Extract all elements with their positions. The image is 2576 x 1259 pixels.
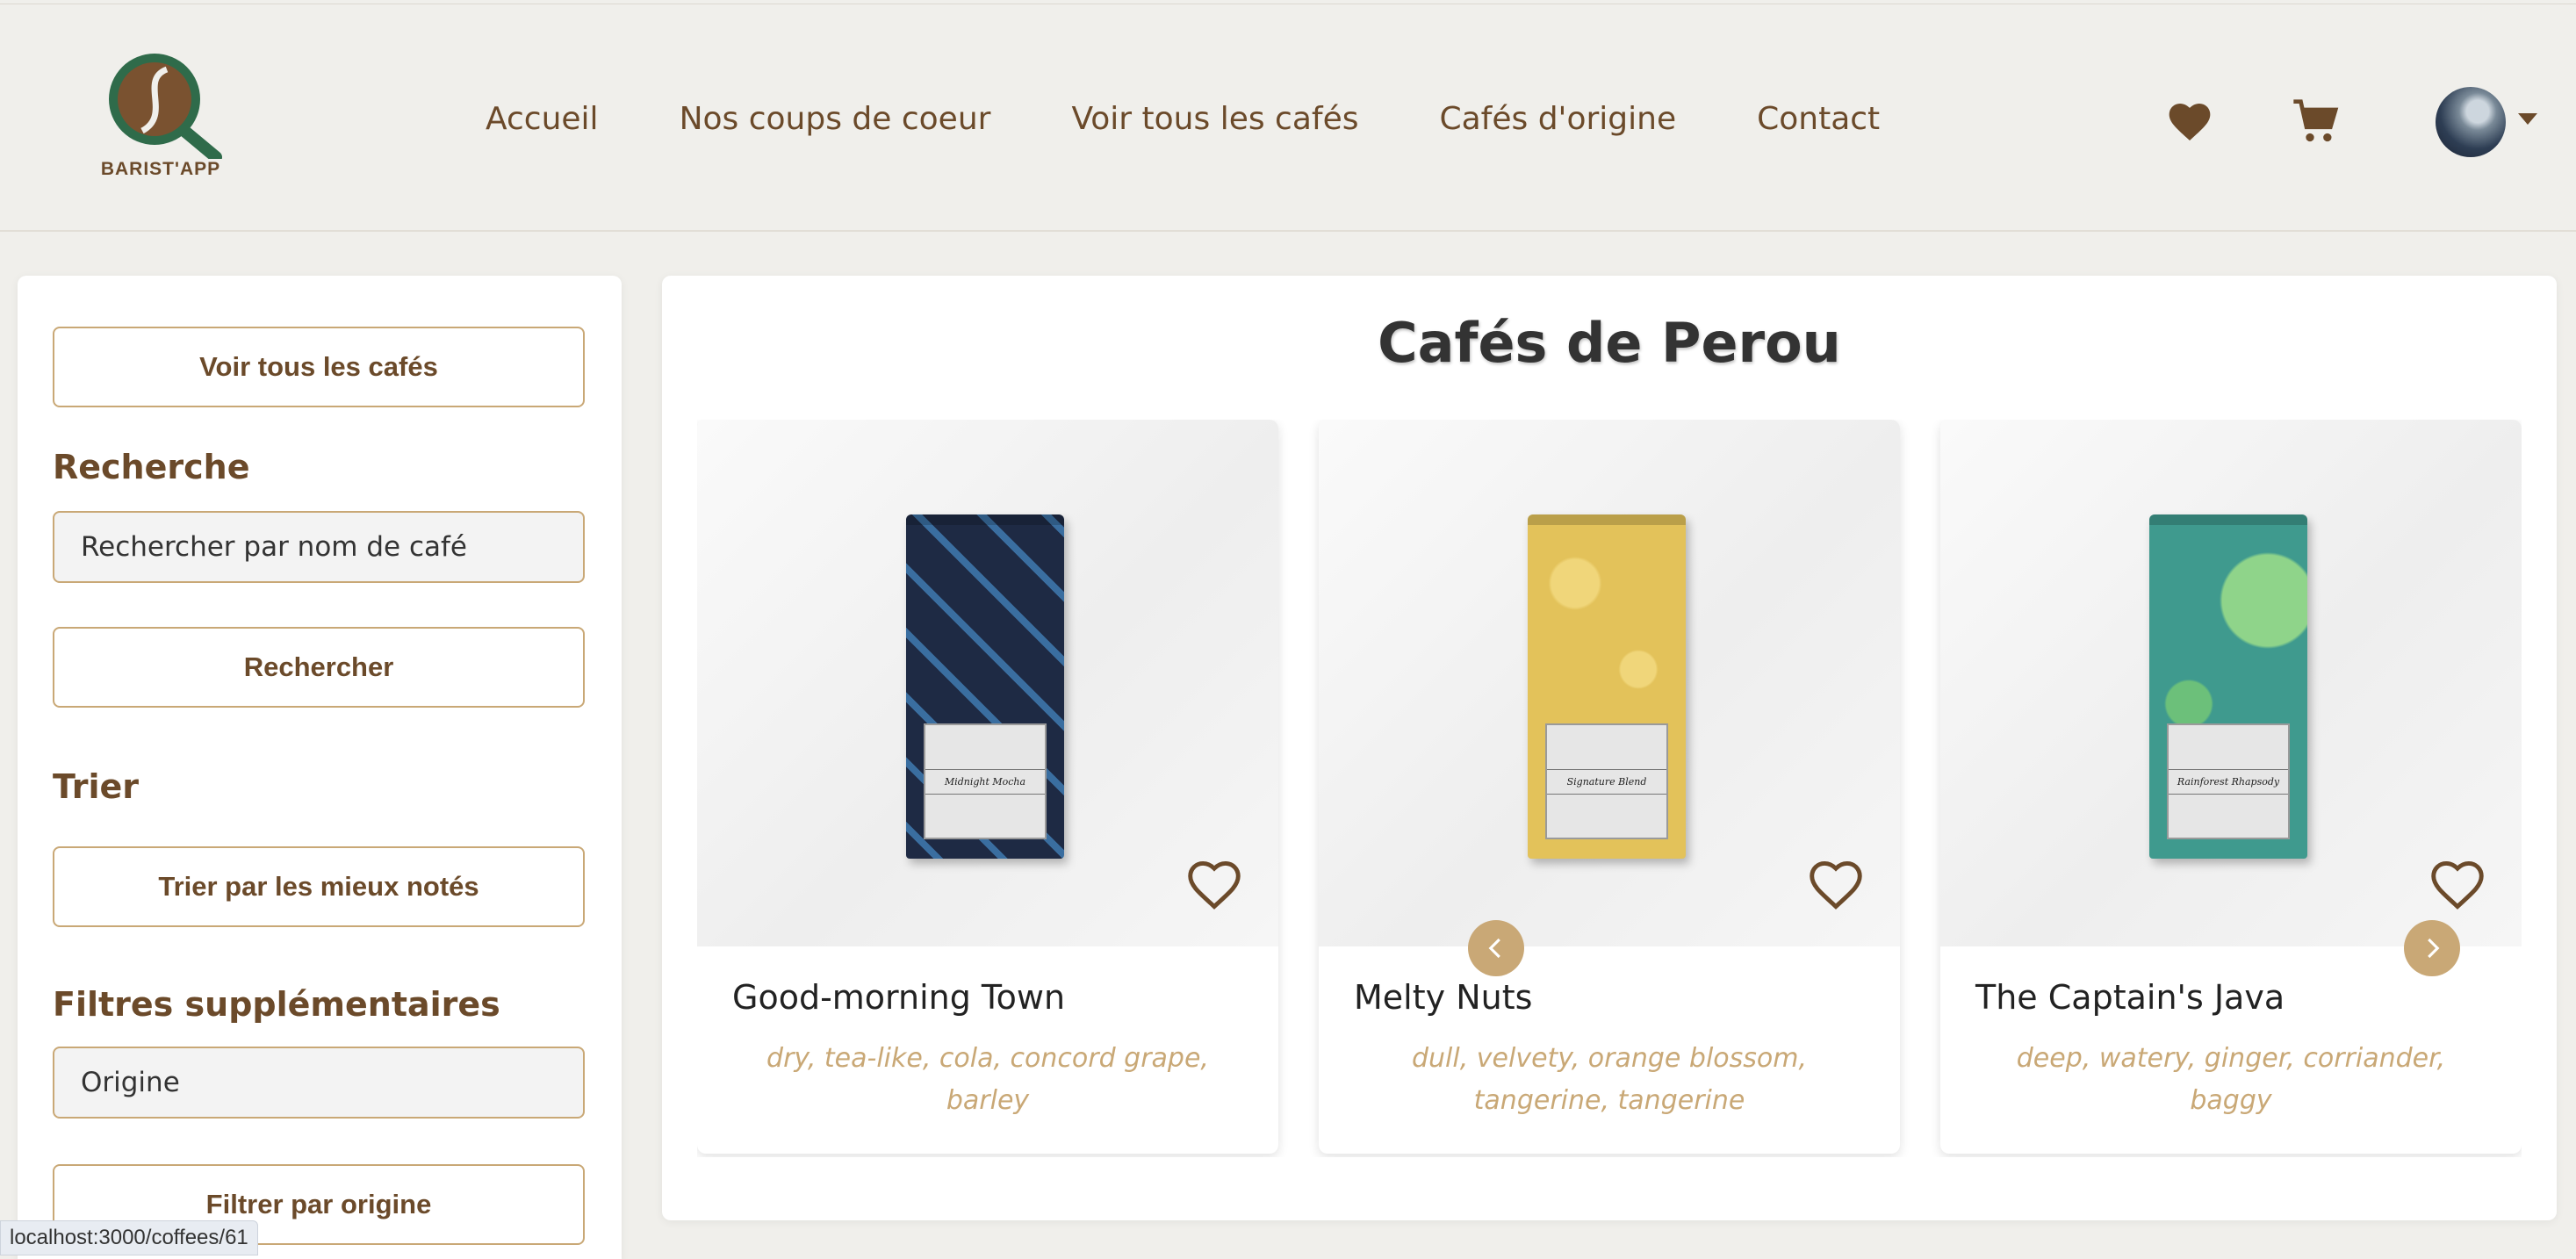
coffee-notes: deep, watery, ginger, corriander, baggy xyxy=(2016,1043,2446,1116)
search-heading: Recherche xyxy=(53,448,250,486)
sort-heading: Trier xyxy=(53,767,140,806)
page-title: Cafés de Perou xyxy=(1378,311,1841,375)
coffee-bag-image: Signature Blend xyxy=(1528,514,1686,859)
favorite-heart-icon[interactable] xyxy=(2428,859,2486,911)
chevron-left-icon xyxy=(1488,938,1500,959)
coffee-magnifier-logo-icon xyxy=(109,54,222,163)
coffee-card[interactable]: Rainforest Rhapsody The Captain's Java d… xyxy=(1940,420,2522,1154)
coffee-name: Good-morning Town xyxy=(732,978,1066,1017)
site-header: BARIST'APP Accueil Nos coups de coeur Vo… xyxy=(0,4,2576,232)
coffee-bag-image: Rainforest Rhapsody xyxy=(2149,514,2307,859)
favorite-heart-icon[interactable] xyxy=(1807,859,1865,911)
chevron-right-icon xyxy=(2428,938,2440,959)
coffee-notes: dry, tea-like, cola, concord grape, barl… xyxy=(766,1043,1209,1116)
coffee-carousel: Midnight Mocha Good-morning Town dry, te… xyxy=(697,420,2522,1157)
nav-voir-tous-les-cafes[interactable]: Voir tous les cafés xyxy=(1071,101,1358,137)
coffee-name: Melty Nuts xyxy=(1354,978,1533,1017)
coffee-image: Midnight Mocha xyxy=(697,420,1278,946)
status-bar-url: localhost:3000/coffees/61 xyxy=(0,1220,258,1255)
coffee-notes: dull, velvety, orange blossom, tangerine… xyxy=(1411,1043,1808,1116)
coffee-image: Rainforest Rhapsody xyxy=(1940,420,2522,946)
coffee-bag-image: Midnight Mocha xyxy=(906,514,1064,859)
favorite-heart-icon[interactable] xyxy=(1185,859,1243,911)
coffee-image: Signature Blend xyxy=(1319,420,1900,946)
nav-accueil[interactable]: Accueil xyxy=(486,101,599,137)
nav-coups-de-coeur[interactable]: Nos coups de coeur xyxy=(680,101,991,137)
filters-heading: Filtres supplémentaires xyxy=(53,985,500,1024)
bag-label: Midnight Mocha xyxy=(924,723,1047,839)
sort-top-rated-button[interactable]: Trier par les mieux notés xyxy=(53,846,585,927)
avatar[interactable] xyxy=(2436,87,2506,157)
bag-label: Rainforest Rhapsody xyxy=(2167,723,2290,839)
coffee-name: The Captain's Java xyxy=(1975,978,2285,1017)
search-button[interactable]: Rechercher xyxy=(53,627,585,708)
heart-icon[interactable] xyxy=(2165,97,2214,147)
nav-cafes-origine[interactable]: Cafés d'origine xyxy=(1439,101,1676,137)
main-nav: Accueil Nos coups de coeur Voir tous les… xyxy=(486,101,1880,137)
coffee-card[interactable]: Signature Blend Melty Nuts dull, velvety… xyxy=(1319,420,1900,1154)
origin-select[interactable]: Origine xyxy=(53,1047,585,1119)
nav-contact[interactable]: Contact xyxy=(1757,101,1880,137)
carousel-next-button[interactable] xyxy=(2404,920,2460,976)
caret-down-icon[interactable] xyxy=(2518,113,2537,125)
barist-app-logo[interactable]: BARIST'APP xyxy=(86,45,235,194)
filter-sidebar: Voir tous les cafés Recherche Rechercher… xyxy=(18,276,622,1259)
bag-label: Signature Blend xyxy=(1545,723,1668,839)
coffee-results-panel: Cafés de Perou Midnight Mocha Good-morni… xyxy=(662,276,2557,1220)
all-coffees-button[interactable]: Voir tous les cafés xyxy=(53,327,585,407)
carousel-prev-button[interactable] xyxy=(1468,920,1524,976)
cart-icon[interactable] xyxy=(2292,97,2341,147)
logo-text: BARIST'APP xyxy=(100,159,221,179)
coffee-card[interactable]: Midnight Mocha Good-morning Town dry, te… xyxy=(697,420,1278,1154)
search-input[interactable]: Rechercher par nom de café xyxy=(53,511,585,583)
